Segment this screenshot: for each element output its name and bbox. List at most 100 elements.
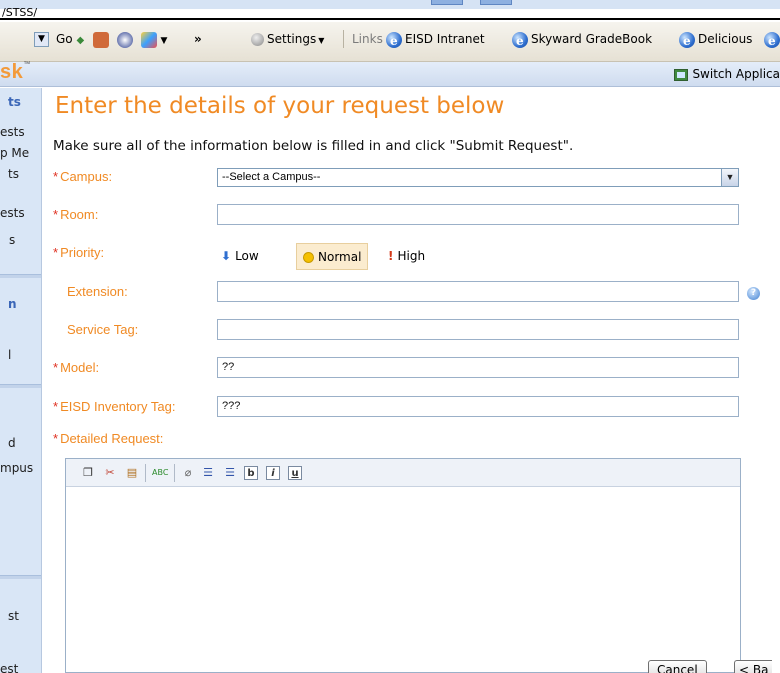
priority-label-text: Priority: bbox=[60, 245, 105, 260]
bookmark-icon[interactable] bbox=[93, 31, 109, 48]
app-logo[interactable]: sk™ bbox=[0, 61, 31, 84]
sidebar-item[interactable]: ests bbox=[0, 206, 25, 220]
settings-label: Settings bbox=[267, 32, 317, 46]
sidebar-item[interactable]: ts bbox=[8, 167, 19, 181]
plugin-dropdown-icon[interactable]: ▼ bbox=[160, 36, 167, 46]
switch-application-link[interactable]: Switch Applica bbox=[674, 67, 780, 81]
sidebar-divider bbox=[0, 575, 41, 579]
required-marker: * bbox=[53, 431, 59, 446]
numbered-list-icon[interactable]: ☰ bbox=[200, 465, 216, 481]
address-bar[interactable]: /STSS/ bbox=[0, 6, 780, 20]
editor-toolbar: ❐ ✂ ▤ ABC ⌀ ☰ ☰ b i u bbox=[66, 459, 740, 487]
toolbar-separator bbox=[174, 464, 175, 482]
model-input[interactable]: ?? bbox=[217, 357, 739, 378]
sidebar-item[interactable]: s bbox=[9, 233, 15, 247]
spellcheck-icon[interactable]: ABC bbox=[152, 465, 168, 481]
bold-button[interactable]: b bbox=[244, 466, 258, 480]
browser-toolbar: ▼ Go ◆ ▼ » Settings▼ Links EISD Intranet… bbox=[0, 22, 780, 62]
sidebar-item[interactable]: d bbox=[8, 436, 16, 450]
links-label: Links bbox=[352, 32, 383, 46]
link-delicious-label: Delicious bbox=[698, 32, 753, 46]
inventory-tag-label-text: EISD Inventory Tag: bbox=[60, 399, 176, 414]
window-tab-right bbox=[480, 0, 512, 5]
inventory-tag-label: * EISD Inventory Tag: bbox=[53, 399, 175, 414]
priority-label: * Priority: bbox=[53, 245, 104, 260]
normal-dot-icon bbox=[303, 252, 314, 263]
request-form: Enter the details of your request below … bbox=[43, 88, 780, 673]
sidebar-item[interactable]: l bbox=[8, 348, 11, 362]
cut-icon[interactable]: ✂ bbox=[102, 465, 118, 481]
app-logo-tm: ™ bbox=[23, 61, 31, 68]
ie-page-icon bbox=[512, 30, 528, 52]
sidebar: ts ests p Me ts ests s n l d mpus st est bbox=[0, 88, 42, 673]
paste-icon[interactable]: ▤ bbox=[124, 465, 140, 481]
required-marker: * bbox=[53, 245, 59, 260]
copy-icon[interactable]: ❐ bbox=[80, 465, 96, 481]
model-label-text: Model: bbox=[60, 360, 100, 375]
room-input[interactable] bbox=[217, 204, 739, 225]
toolbar-overflow-chevron[interactable]: » bbox=[194, 28, 202, 50]
required-marker: * bbox=[53, 207, 59, 222]
chevron-down-icon[interactable]: ▼ bbox=[721, 169, 738, 186]
extension-input[interactable] bbox=[217, 281, 739, 302]
window-title-strip bbox=[0, 0, 780, 9]
link-delicious[interactable]: Delicious bbox=[679, 28, 753, 52]
window-tab-left bbox=[431, 0, 463, 5]
priority-normal-label: Normal bbox=[318, 250, 362, 264]
detailed-request-label-text: Detailed Request: bbox=[60, 431, 164, 446]
settings-caret-icon: ▼ bbox=[318, 36, 325, 45]
form-instructions: Make sure all of the information below i… bbox=[53, 138, 574, 154]
go-button[interactable]: Go ◆ bbox=[56, 28, 84, 50]
cancel-button[interactable]: Cancel bbox=[648, 660, 707, 673]
eraser-icon[interactable]: ⌀ bbox=[180, 465, 196, 481]
bullet-list-icon[interactable]: ☰ bbox=[222, 465, 238, 481]
sidebar-item[interactable]: mpus bbox=[0, 461, 33, 475]
help-icon[interactable]: ? bbox=[747, 287, 760, 300]
underline-button[interactable]: u bbox=[288, 466, 302, 480]
link-eisd-intranet[interactable]: EISD Intranet bbox=[386, 28, 485, 52]
sidebar-divider bbox=[0, 274, 41, 278]
sidebar-item[interactable]: est bbox=[0, 662, 18, 673]
room-label: * Room: bbox=[53, 207, 98, 222]
link-skyward-gradebook[interactable]: Skyward GradeBook bbox=[512, 28, 652, 52]
settings-gear-icon bbox=[251, 33, 264, 46]
sidebar-item[interactable]: p Me bbox=[0, 146, 29, 160]
extension-label: Extension: bbox=[67, 284, 128, 299]
sidebar-heading: n bbox=[8, 297, 17, 311]
room-label-text: Room: bbox=[60, 207, 99, 222]
address-text: /STSS/ bbox=[2, 6, 38, 19]
priority-normal-option[interactable]: Normal bbox=[296, 243, 369, 270]
priority-low-label: Low bbox=[235, 249, 259, 263]
sidebar-divider bbox=[0, 384, 41, 388]
settings-menu[interactable]: Settings ▼ bbox=[251, 28, 324, 50]
italic-button[interactable]: i bbox=[266, 466, 280, 480]
sidebar-item[interactable]: st bbox=[8, 609, 19, 623]
detailed-request-label: * Detailed Request: bbox=[53, 431, 163, 446]
priority-low-option[interactable]: ⬇ Low bbox=[221, 243, 259, 270]
detailed-request-editor[interactable]: ❐ ✂ ▤ ABC ⌀ ☰ ☰ b i u bbox=[65, 458, 741, 673]
toolbar-icon-group: ▼ bbox=[93, 28, 167, 50]
plugin-icon[interactable] bbox=[140, 31, 157, 48]
toolbar-divider bbox=[343, 30, 344, 48]
ie-page-icon bbox=[386, 30, 402, 52]
sidebar-item[interactable]: ests bbox=[0, 125, 25, 139]
required-marker: * bbox=[53, 360, 59, 375]
page-title: Enter the details of your request below bbox=[55, 93, 505, 119]
address-dropdown-button[interactable]: ▼ bbox=[34, 32, 49, 47]
back-button[interactable]: < Ba bbox=[734, 660, 773, 673]
campus-select[interactable]: --Select a Campus-- ▼ bbox=[217, 168, 739, 187]
priority-high-option[interactable]: ! High bbox=[388, 243, 425, 270]
globe-icon[interactable] bbox=[116, 31, 133, 48]
toolbar-separator bbox=[145, 464, 146, 482]
service-tag-input[interactable] bbox=[217, 319, 739, 340]
go-arrow-icon: ◆ bbox=[76, 35, 85, 46]
required-marker: * bbox=[53, 169, 59, 184]
inventory-tag-input[interactable]: ??? bbox=[217, 396, 739, 417]
sidebar-heading: ts bbox=[8, 95, 21, 109]
link-eisd-intranet-label: EISD Intranet bbox=[405, 32, 485, 46]
exclamation-icon: ! bbox=[388, 249, 394, 263]
campus-label: * Campus: bbox=[53, 169, 112, 184]
switch-app-label: Switch Applica bbox=[692, 67, 780, 81]
link-overflow[interactable] bbox=[764, 28, 780, 52]
go-label: Go bbox=[56, 32, 73, 46]
